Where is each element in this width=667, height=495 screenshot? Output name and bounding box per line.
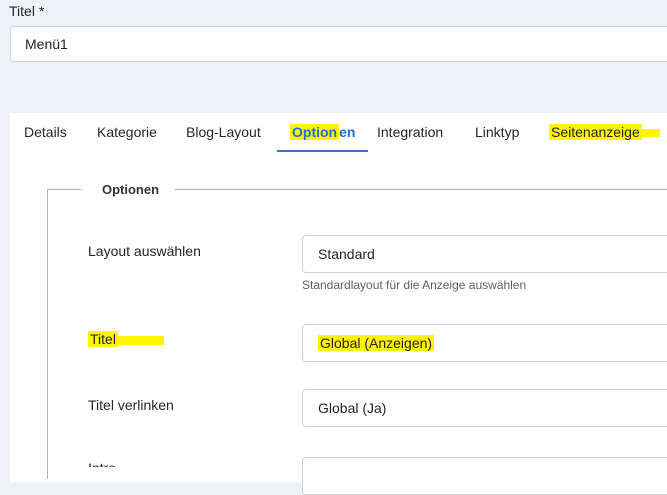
title-link-label: Titel verlinken <box>88 397 174 413</box>
fieldset-border-left <box>47 189 48 479</box>
tab-seitenanzeige-label: Seitenanzeige <box>549 124 642 140</box>
layout-select[interactable]: Standard <box>302 235 667 273</box>
tab-optionen[interactable]: Option en <box>276 113 370 153</box>
title-input[interactable]: Menü1 <box>10 26 667 62</box>
intro-label: Intro <box>88 458 116 467</box>
tab-kategorie[interactable]: Kategorie <box>97 113 157 152</box>
title-show-select[interactable]: Global (Anzeigen) <box>302 324 667 362</box>
intro-select[interactable] <box>302 457 667 495</box>
title-link-select[interactable]: Global (Ja) <box>302 389 667 427</box>
tab-details[interactable]: Details <box>24 113 67 152</box>
title-show-value: Global (Anzeigen) <box>318 335 435 351</box>
tab-blog-layout[interactable]: Blog-Layout <box>186 113 261 152</box>
tab-optionen-highlighted: Option <box>290 124 340 140</box>
title-label: Titel * <box>9 3 45 19</box>
options-panel <box>10 152 667 482</box>
tab-optionen-rest: en <box>339 124 356 140</box>
fieldset-border-top <box>175 189 667 190</box>
tab-bar: Details Kategorie Blog-Layout Option en I… <box>10 113 667 153</box>
layout-hint: Standardlayout für die Anzeige auswählen <box>302 278 527 292</box>
title-show-label: Titel <box>88 331 164 347</box>
tab-integration[interactable]: Integration <box>377 113 443 152</box>
highlight-mark <box>117 335 164 345</box>
tab-linktyp[interactable]: Linktyp <box>475 113 519 152</box>
layout-label: Layout auswählen <box>88 243 201 259</box>
highlight-mark <box>641 129 660 138</box>
tab-seitenanzeige[interactable]: Seitenanzeige <box>549 113 660 152</box>
title-show-label-text: Titel <box>88 331 118 347</box>
fieldset-legend: Optionen <box>102 182 160 197</box>
fieldset-border-top <box>47 189 82 190</box>
